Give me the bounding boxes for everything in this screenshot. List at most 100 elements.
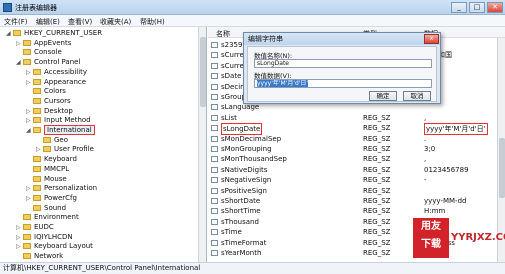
value-type: REG_SZ [363,207,391,216]
tree-item-label: HKEY_CURRENT_USER [24,29,103,37]
list-scroll-thumb[interactable] [499,138,505,198]
tree-item[interactable]: Mouse [26,174,67,184]
value-row[interactable]: sShortDate REG_SZ yyyy-MM-dd [208,196,498,206]
folder-icon [33,204,41,211]
tree-item[interactable]: ▷ AppEvents [16,38,71,48]
folder-icon [23,224,31,230]
value-type: REG_SZ [363,197,391,205]
tree-scrollbar[interactable] [198,27,206,262]
value-name: sMonGrouping [221,145,272,153]
col-name-header[interactable]: 名称 [216,29,230,39]
value-name: sTime [221,228,242,237]
ok-button[interactable]: 确定 [369,91,397,101]
menu-view[interactable]: 查看(V) [68,17,92,27]
value-row[interactable]: sList REG_SZ, [208,113,498,123]
folder-icon [23,253,31,260]
expander-icon[interactable]: ◢ [26,126,33,136]
tree-item[interactable]: ▷ Accessibility [26,67,87,77]
tree-item[interactable]: ◢ HKEY_CURRENT_USER [6,28,102,38]
cancel-button[interactable]: 取消 [403,91,431,101]
tree-item-label: International [44,125,95,135]
edit-string-dialog: 编辑字符串 x 数值名称(N): sLongDate 数值数据(V): yyyy… [243,32,441,104]
folder-icon [33,156,41,163]
tree-item-label: Sound [44,203,67,212]
string-value-icon [211,208,218,215]
folder-icon [33,165,41,172]
tree-item-label: Colors [44,87,66,96]
value-name: sMonDecimalSep [221,134,282,143]
tree-item[interactable]: Console [16,47,62,57]
tree-item-label: Keyboard Layout [34,242,93,251]
menu-help[interactable]: 帮助(H) [140,17,165,27]
folder-icon [23,49,31,56]
tree-item[interactable]: ▷ PowerCfg [26,193,77,203]
tree-item[interactable]: Geo [36,135,68,145]
value-data: , [424,155,427,164]
expander-icon[interactable]: ◢ [6,29,13,39]
dialog-close-button[interactable]: x [424,34,439,44]
tree-item[interactable]: ▷ Keyboard Layout [16,241,93,251]
tree-item-label: EUDC [34,223,54,231]
value-data-input[interactable]: yyyy'年'M'月'd'日' [254,79,432,88]
minimize-button[interactable]: _ [451,2,467,13]
close-button[interactable]: ✕ [487,2,503,13]
menu-file[interactable]: 文件(F) [4,17,28,27]
value-row[interactable]: sNegativeSign REG_SZ - [208,175,498,185]
tree-item[interactable]: ◢ Control Panel [16,57,80,67]
menu-edit[interactable]: 编辑(E) [36,17,60,27]
tree-item-label: Environment [34,213,79,222]
value-type: REG_SZ [363,249,391,257]
value-row[interactable]: sPositiveSign REG_SZ [208,186,498,196]
tree-item[interactable]: ▷ User Profile [36,144,94,154]
tree-item[interactable]: ▷ Appearance [26,77,86,87]
value-data: H:mm [424,207,446,216]
value-row[interactable]: sShortTime REG_SZ H:mm [208,206,498,216]
tree-item-label: PowerCfg [44,193,77,202]
menu-favorites[interactable]: 收藏夹(A) [100,17,131,27]
tree-scroll-thumb[interactable] [200,37,206,107]
tree-item[interactable]: ▷ Personalization [26,183,97,193]
value-type: REG_SZ [363,145,391,153]
window-title: 注册表编辑器 [15,4,57,12]
folder-icon [33,107,41,114]
value-row[interactable]: sLongDate REG_SZ yyyy'年'M'月'd'日' [208,123,498,136]
value-type: REG_SZ [363,186,391,195]
tree-item[interactable]: ▷ IQIYLHCDN [16,232,73,242]
folder-icon [43,146,51,153]
tree-item[interactable]: ▷ Desktop [26,106,73,116]
tree-item[interactable]: Colors [26,86,66,96]
folder-icon [23,59,31,66]
tree-item-label: Network [34,252,64,261]
value-row[interactable]: sMonGrouping REG_SZ 3;0 [208,144,498,154]
registry-tree[interactable]: ◢ HKEY_CURRENT_USER ▷ AppEvents Console ◢ Cont… [0,27,207,262]
folder-icon [23,233,31,240]
folder-icon [33,97,41,104]
tree-item[interactable]: Sound [26,203,66,213]
tree-item-label: AppEvents [34,38,72,47]
value-name: sNegativeSign [221,176,272,185]
tree-item[interactable]: ▷ Input Method [26,115,91,125]
tree-item[interactable]: MMCPL [26,164,69,174]
value-row[interactable]: sMonDecimalSep REG_SZ. [208,134,498,144]
tree-item[interactable]: ▷ EUDC [16,222,54,232]
value-row[interactable]: sNativeDigits REG_SZ 0123456789 [208,165,498,175]
tree-item[interactable]: Network [16,251,63,261]
string-value-icon [211,94,218,100]
maximize-button[interactable]: □ [469,2,485,13]
folder-icon [33,117,41,124]
expander-icon[interactable]: ◢ [16,58,23,68]
folder-icon [33,68,41,75]
tree-item[interactable]: ◢ International [26,125,95,135]
string-value-icon [211,198,218,204]
tree-item[interactable]: Cursors [26,96,71,106]
value-type: REG_SZ [363,155,391,164]
tree-item[interactable]: Environment [16,212,79,222]
tree-item[interactable]: Keyboard [26,154,77,164]
value-row[interactable]: sMonThousandSep REG_SZ, [208,154,498,164]
tree-item-label: User Profile [54,145,94,154]
tree-item-label: MMCPL [44,164,70,173]
dialog-title: 编辑字符串 [244,33,440,45]
menu-bar: 文件(F) 编辑(E) 查看(V) 收藏夹(A) 帮助(H) [0,15,505,27]
tree-item-label: Desktop [44,106,73,115]
value-name: sPositiveSign [221,186,267,195]
